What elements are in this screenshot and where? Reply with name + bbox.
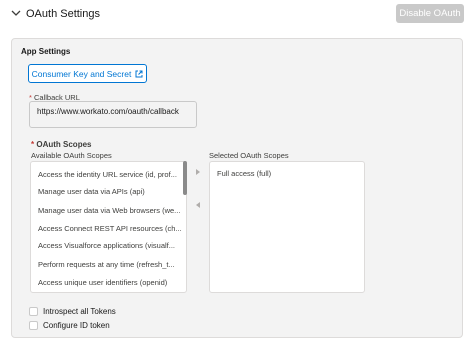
add-scope-arrow-icon[interactable] xyxy=(194,168,202,176)
selected-scopes-label: Selected OAuth Scopes xyxy=(209,151,289,160)
list-item[interactable]: Perform requests at any time (refresh_t.… xyxy=(38,260,175,269)
available-scopes-label: Available OAuth Scopes xyxy=(31,151,112,160)
available-scopes-scrollbar[interactable] xyxy=(183,161,187,195)
required-marker: * xyxy=(31,140,35,149)
list-item[interactable]: Manage user data via APIs (api) xyxy=(38,187,145,196)
configure-id-token-label: Configure ID token xyxy=(43,321,110,330)
consumer-key-label: Consumer Key and Secret xyxy=(31,68,132,79)
disable-oauth-button[interactable]: Disable OAuth xyxy=(396,4,464,23)
introspect-tokens-label: Introspect all Tokens xyxy=(43,307,116,316)
consumer-key-secret-button[interactable]: Consumer Key and Secret xyxy=(28,64,147,83)
oauth-scopes-heading: * OAuth Scopes xyxy=(31,140,92,149)
list-item[interactable]: Full access (full) xyxy=(217,169,271,178)
list-item[interactable]: Access Visualforce applications (visualf… xyxy=(38,241,175,250)
section-title[interactable]: OAuth Settings xyxy=(26,8,100,20)
external-link-icon xyxy=(135,70,143,77)
selected-scopes-list[interactable]: Full access (full) xyxy=(209,161,365,293)
oauth-settings-header: OAuth Settings Disable OAuth xyxy=(0,0,474,28)
list-item[interactable]: Access unique user identifiers (openid) xyxy=(38,278,167,287)
available-scopes-list[interactable]: Access the identity URL service (id, pro… xyxy=(30,161,187,293)
chevron-down-icon[interactable] xyxy=(10,7,22,19)
introspect-tokens-checkbox[interactable] xyxy=(29,307,38,316)
configure-id-token-checkbox[interactable] xyxy=(29,321,38,330)
list-item[interactable]: Access Connect REST API resources (ch... xyxy=(38,224,182,233)
list-item[interactable]: Access the identity URL service (id, pro… xyxy=(38,170,177,179)
app-settings-heading: App Settings xyxy=(21,47,71,56)
remove-scope-arrow-icon[interactable] xyxy=(194,201,202,209)
list-item[interactable]: Manage user data via Web browsers (we... xyxy=(38,206,180,215)
callback-url-field[interactable]: https://www.workato.com/oauth/callback xyxy=(29,101,197,128)
